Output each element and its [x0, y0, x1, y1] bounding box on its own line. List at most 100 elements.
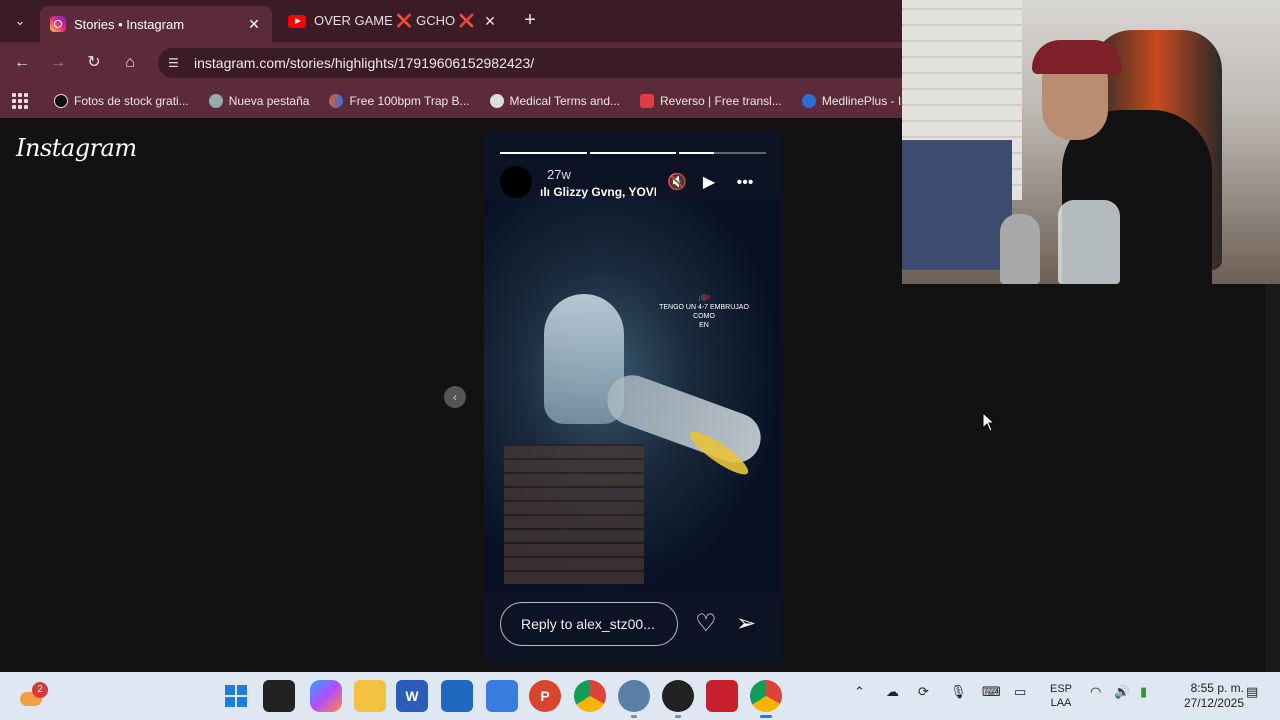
bookmark-icon — [329, 94, 344, 108]
more-options-icon[interactable]: ••• — [734, 172, 756, 194]
webcam-overlay — [902, 0, 1280, 284]
file-explorer-icon[interactable] — [354, 680, 386, 712]
tab-instagram[interactable]: Stories • Instagram ✕ — [40, 6, 272, 42]
progress-segment — [500, 152, 587, 154]
windows-logo-icon — [225, 685, 247, 707]
previous-story-button[interactable]: ‹ — [444, 386, 466, 408]
bookmark-item[interactable]: Fotos de stock grati... — [54, 94, 189, 108]
chrome-icon[interactable] — [574, 680, 606, 712]
file-app-icon[interactable] — [263, 680, 295, 712]
pdf-app-icon[interactable]: P — [529, 680, 561, 712]
bookmark-item[interactable]: Free 100bpm Trap B... — [329, 94, 470, 108]
new-tab-button[interactable]: + — [518, 9, 542, 33]
taskbar: 2 W P ⌃ ☁ ⟳ 🎙 ⌨ ▭ ESP LAA ◠ 🔊 ▮ 8:55 p. … — [0, 672, 1280, 720]
apps-grid-icon[interactable] — [12, 93, 28, 109]
overlay-line: EN — [699, 322, 709, 329]
tab-search-icon[interactable]: ⌄ — [6, 8, 34, 34]
reload-icon[interactable]: ↻ — [82, 51, 106, 75]
mute-icon[interactable]: 🔇 — [666, 172, 688, 194]
home-icon[interactable]: ⌂ — [118, 51, 142, 75]
avatar[interactable] — [500, 166, 532, 198]
bookmark-icon — [54, 94, 68, 108]
tab-youtube[interactable]: OVER GAME ❌ GCHO ❌ LUIS ✕ — [278, 6, 508, 36]
cam-bottle — [1058, 200, 1120, 284]
cam-bed — [902, 140, 1012, 270]
reply-placeholder: Reply to alex_stz00... — [521, 616, 655, 632]
globe-icon — [208, 94, 223, 108]
word-icon[interactable]: W — [396, 680, 428, 712]
reverso-icon — [640, 94, 655, 108]
language-indicator[interactable]: ESP LAA — [1044, 682, 1078, 710]
keyboard-icon[interactable]: ⌨ — [982, 684, 1001, 700]
clock[interactable]: 8:55 p. m. 27/12/2025 — [1172, 681, 1244, 711]
overlay-line: ¡😡! — [698, 295, 710, 302]
story-overlay-text: ¡😡! TENGO UN 4-7 EMBRUJAO COMO EN — [654, 294, 754, 330]
bookmark-item[interactable]: Nueva pestaña — [208, 94, 310, 108]
display-icon[interactable]: ▭ — [1014, 684, 1026, 700]
story-progress-bar — [500, 152, 767, 154]
scrollbar[interactable] — [1266, 284, 1280, 672]
instagram-favicon-icon — [50, 16, 66, 32]
volume-icon[interactable]: 🔊 — [1114, 684, 1130, 700]
copilot-icon[interactable] — [310, 680, 342, 712]
bookmark-label: Fotos de stock grati... — [74, 94, 189, 108]
bookmark-label: Medical Terms and... — [509, 94, 621, 108]
close-tab-icon[interactable]: ✕ — [246, 16, 262, 33]
bookmark-label: MedlinePlus - Inf — [821, 94, 912, 108]
close-tab-icon[interactable]: ✕ — [482, 13, 498, 30]
address-bar[interactable]: ☰ instagram.com/stories/highlights/17919… — [158, 48, 902, 78]
play-icon[interactable]: ▶ — [698, 172, 720, 194]
notifications-icon[interactable]: ▤ — [1246, 684, 1258, 700]
medlineplus-icon — [801, 94, 816, 108]
bookmark-item[interactable]: Medical Terms and... — [489, 94, 621, 108]
mcafee-icon[interactable] — [706, 680, 738, 712]
bookmarks-bar: Fotos de stock grati... Nueva pestaña Fr… — [0, 84, 911, 118]
calendar-icon[interactable] — [486, 680, 518, 712]
tab-strip: ⌄ Stories • Instagram ✕ OVER GAME ❌ GCHO… — [0, 0, 902, 42]
youtube-favicon-icon — [288, 14, 306, 28]
cam-cap — [1032, 40, 1122, 74]
chrome-profile-icon[interactable] — [750, 680, 782, 718]
store-icon[interactable] — [441, 680, 473, 712]
send-icon[interactable]: ➢ — [732, 610, 760, 638]
reply-input[interactable]: Reply to alex_stz00... — [500, 602, 678, 646]
wifi-icon[interactable]: ◠ — [1090, 684, 1101, 700]
progress-segment — [679, 152, 767, 154]
battery-icon[interactable]: ▮ — [1140, 684, 1147, 700]
onedrive-icon[interactable]: ☁ — [886, 684, 899, 700]
lang-layout: LAA — [1050, 697, 1072, 709]
story-media[interactable]: ¡😡! TENGO UN 4-7 EMBRUJAO COMO EN — [484, 194, 782, 594]
story-time: 27w — [547, 167, 571, 182]
bookmark-label: Nueva pestaña — [228, 94, 310, 108]
heart-icon[interactable]: ♡ — [692, 610, 720, 638]
progress-segment — [589, 152, 677, 154]
settings-gear-icon[interactable] — [618, 680, 650, 718]
forward-arrow-icon[interactable]: → — [46, 51, 70, 75]
bookmark-icon — [489, 94, 504, 108]
obs-icon[interactable] — [662, 680, 694, 718]
weather-widget[interactable]: 2 — [18, 682, 48, 710]
site-info-icon[interactable]: ☰ — [168, 56, 182, 70]
bookmark-label: Reverso | Free transl... — [660, 94, 782, 108]
bookmark-item[interactable]: Reverso | Free transl... — [640, 94, 782, 108]
start-button[interactable] — [220, 680, 252, 712]
sync-icon[interactable]: ⟳ — [918, 684, 929, 700]
back-arrow-icon[interactable]: ← — [10, 51, 34, 75]
brick-wall — [504, 444, 644, 584]
microphone-icon[interactable]: 🎙 — [950, 684, 967, 700]
music-title: Glizzy Gvng, YOVN — [553, 185, 656, 199]
music-label[interactable]: ılı Glizzy Gvng, YOVN — [540, 185, 656, 199]
show-hidden-icons-icon[interactable]: ⌃ — [854, 684, 865, 700]
clock-date: 27/12/2025 — [1183, 696, 1244, 710]
url-text: instagram.com/stories/highlights/1791960… — [194, 55, 535, 71]
lang-code: ESP — [1049, 683, 1072, 695]
notification-badge: 2 — [32, 682, 48, 698]
music-bars-icon: ılı — [540, 185, 554, 199]
instagram-logo[interactable]: Instagram — [16, 134, 137, 162]
bookmark-item[interactable]: MedlinePlus - Inf — [801, 94, 912, 108]
screen: ⌄ Stories • Instagram ✕ OVER GAME ❌ GCHO… — [0, 0, 1280, 720]
story-viewer: ¡😡! TENGO UN 4-7 EMBRUJAO COMO EN 27w ıl… — [484, 132, 782, 662]
cam-microphone — [1000, 214, 1040, 284]
bookmark-label: Free 100bpm Trap B... — [349, 94, 470, 108]
clock-time: 8:55 p. m. — [1190, 681, 1244, 695]
